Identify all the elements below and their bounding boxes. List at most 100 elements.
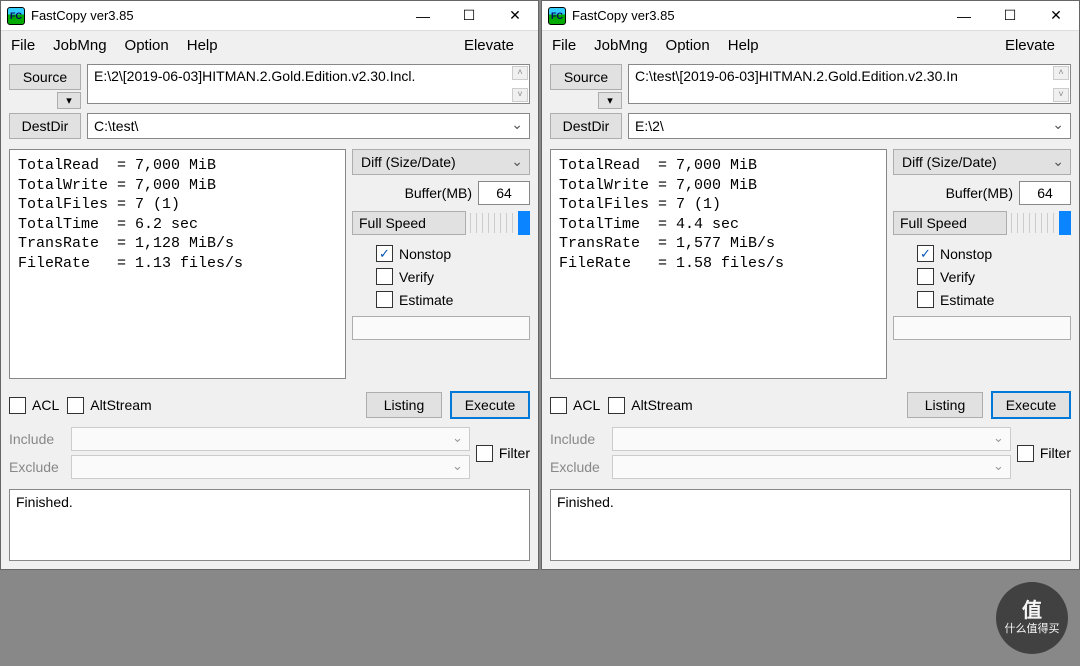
exclude-combo[interactable] [71,455,470,479]
source-value: C:\test\[2019-06-03]HITMAN.2.Gold.Editio… [635,68,958,84]
menubar: File JobMng Option Help Elevate [1,31,538,60]
acl-checkbox[interactable] [550,397,567,414]
dest-value: C:\test\ [94,118,138,134]
include-combo[interactable] [71,427,470,451]
nonstop-label: Nonstop [399,246,451,262]
titlebar: FC FastCopy ver3.85 — ☐ ✕ [542,1,1079,31]
commandline-input[interactable] [352,316,530,340]
slider-thumb-icon[interactable] [1059,211,1071,235]
menu-elevate[interactable]: Elevate [1003,35,1065,56]
app-icon: FC [7,7,25,25]
estimate-label: Estimate [940,292,994,308]
execute-button[interactable]: Execute [450,391,530,419]
source-input[interactable]: C:\test\[2019-06-03]HITMAN.2.Gold.Editio… [628,64,1071,104]
estimate-label: Estimate [399,292,453,308]
verify-checkbox[interactable] [376,268,393,285]
menu-jobmng[interactable]: JobMng [51,35,116,56]
menu-help[interactable]: Help [185,35,228,56]
buffer-input[interactable]: 64 [478,181,530,205]
maximize-button[interactable]: ☐ [446,1,492,31]
include-label: Include [550,431,606,447]
acl-checkbox[interactable] [9,397,26,414]
log-panel: Finished. [550,489,1071,561]
minimize-button[interactable]: — [941,1,987,31]
source-input[interactable]: E:\2\[2019-06-03]HITMAN.2.Gold.Edition.v… [87,64,530,104]
altstream-checkbox[interactable] [67,397,84,414]
altstream-label: AltStream [631,397,692,413]
log-panel: Finished. [9,489,530,561]
buffer-input[interactable]: 64 [1019,181,1071,205]
mode-combo[interactable]: Diff (Size/Date) [352,149,530,175]
destdir-button[interactable]: DestDir [550,113,622,139]
verify-label: Verify [940,269,975,285]
exclude-label: Exclude [550,459,606,475]
altstream-label: AltStream [90,397,151,413]
filter-label: Filter [1040,445,1071,461]
include-combo[interactable] [612,427,1011,451]
filter-checkbox[interactable] [476,445,493,462]
altstream-checkbox[interactable] [608,397,625,414]
execute-button[interactable]: Execute [991,391,1071,419]
commandline-input[interactable] [893,316,1071,340]
titlebar: FC FastCopy ver3.85 — ☐ ✕ [1,1,538,31]
verify-checkbox[interactable] [917,268,934,285]
listing-button[interactable]: Listing [907,392,983,418]
close-button[interactable]: ✕ [1033,1,1079,31]
nonstop-label: Nonstop [940,246,992,262]
menu-elevate[interactable]: Elevate [462,35,524,56]
speed-label: Full Speed [893,211,1007,235]
menu-option[interactable]: Option [123,35,179,56]
scroll-down-icon[interactable]: ˅ [512,88,528,102]
window-title: FastCopy ver3.85 [572,8,941,23]
destdir-button[interactable]: DestDir [9,113,81,139]
menu-file[interactable]: File [550,35,586,56]
source-history-button[interactable]: ▾ [598,92,622,109]
filter-checkbox[interactable] [1017,445,1034,462]
stats-panel: TotalRead = 7,000 MiB TotalWrite = 7,000… [9,149,346,379]
minimize-button[interactable]: — [400,1,446,31]
nonstop-checkbox[interactable]: ✓ [376,245,393,262]
menu-help[interactable]: Help [726,35,769,56]
verify-label: Verify [399,269,434,285]
estimate-checkbox[interactable] [376,291,393,308]
dest-input[interactable]: E:\2\ [628,113,1071,139]
source-value: E:\2\[2019-06-03]HITMAN.2.Gold.Edition.v… [94,68,415,84]
watermark-badge: 值 什么值得买 [996,582,1068,654]
dest-value: E:\2\ [635,118,664,134]
window-title: FastCopy ver3.85 [31,8,400,23]
slider-thumb-icon[interactable] [518,211,530,235]
listing-button[interactable]: Listing [366,392,442,418]
watermark-symbol: 值 [1022,599,1042,623]
close-button[interactable]: ✕ [492,1,538,31]
menu-file[interactable]: File [9,35,45,56]
speed-slider[interactable] [1011,213,1071,233]
scroll-up-icon[interactable]: ˄ [1053,66,1069,80]
app-icon: FC [548,7,566,25]
speed-slider[interactable] [470,213,530,233]
include-label: Include [9,431,65,447]
source-button[interactable]: Source [9,64,81,90]
menubar: File JobMng Option Help Elevate [542,31,1079,60]
acl-label: ACL [32,397,59,413]
watermark-text: 什么值得买 [1005,623,1060,636]
scroll-up-icon[interactable]: ˄ [512,66,528,80]
maximize-button[interactable]: ☐ [987,1,1033,31]
estimate-checkbox[interactable] [917,291,934,308]
window-left: FC FastCopy ver3.85 — ☐ ✕ File JobMng Op… [0,0,539,570]
source-history-button[interactable]: ▾ [57,92,81,109]
filter-label: Filter [499,445,530,461]
buffer-label: Buffer(MB) [946,185,1013,201]
menu-jobmng[interactable]: JobMng [592,35,657,56]
mode-combo[interactable]: Diff (Size/Date) [893,149,1071,175]
window-right: FC FastCopy ver3.85 — ☐ ✕ File JobMng Op… [541,0,1080,570]
menu-option[interactable]: Option [664,35,720,56]
scroll-down-icon[interactable]: ˅ [1053,88,1069,102]
dest-input[interactable]: C:\test\ [87,113,530,139]
exclude-combo[interactable] [612,455,1011,479]
exclude-label: Exclude [9,459,65,475]
nonstop-checkbox[interactable]: ✓ [917,245,934,262]
stats-panel: TotalRead = 7,000 MiB TotalWrite = 7,000… [550,149,887,379]
acl-label: ACL [573,397,600,413]
speed-label: Full Speed [352,211,466,235]
source-button[interactable]: Source [550,64,622,90]
